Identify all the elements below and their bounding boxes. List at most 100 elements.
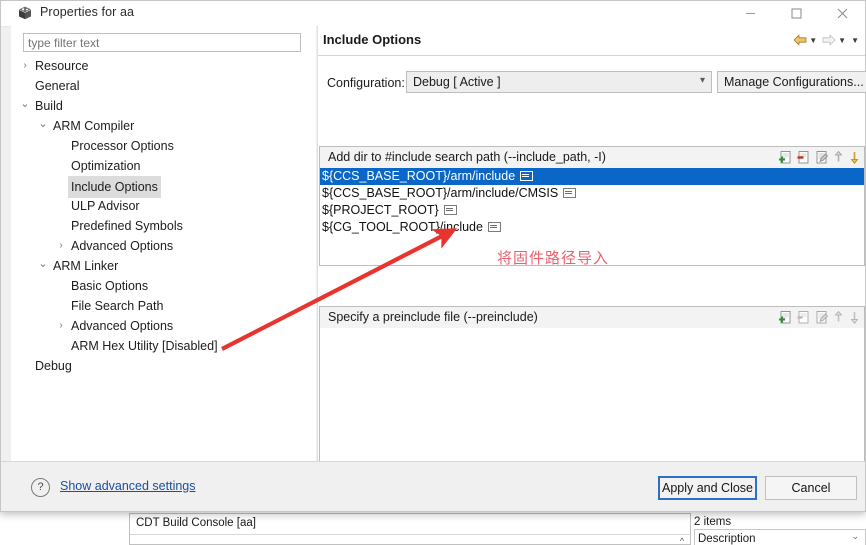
manage-configurations-button[interactable]: Manage Configurations... [717, 71, 866, 93]
preinclude-toolbar[interactable] [775, 309, 861, 326]
tree-item-label: Basic Options [71, 279, 149, 293]
chevron-right-icon[interactable]: › [55, 316, 67, 336]
tree-item-build[interactable]: ⌄ Build [11, 96, 316, 116]
tree-item-label: Processor Options [71, 139, 174, 153]
list-item-label: ${CCS_BASE_ROOT}/arm/include [322, 169, 516, 183]
dialog-titlebar[interactable]: Properties for aa [1, 1, 865, 27]
console-view-body[interactable] [130, 534, 690, 544]
add-icon-preinclude[interactable] [778, 310, 793, 325]
tree-item-arm-compiler[interactable]: ⌄ ARM Compiler [11, 116, 316, 136]
package-icon [17, 5, 33, 21]
tree-item-resource[interactable]: › Resource [11, 56, 316, 76]
move-up-icon[interactable] [832, 150, 845, 165]
include-paths-header: Add dir to #include search path (--inclu… [320, 147, 864, 169]
configuration-label: Configuration: [327, 76, 405, 90]
list-item-label: ${PROJECT_ROOT} [322, 203, 439, 217]
tree-item-predefined-symbols[interactable]: Predefined Symbols [11, 216, 316, 236]
list-item[interactable]: ${CG_TOOL_ROOT}/include [320, 219, 864, 236]
tree-item-advanced-options[interactable]: › Advanced Options [11, 236, 316, 256]
tree-item-label: ULP Advisor [71, 199, 140, 213]
dialog-footer: ? Show advanced settings Apply and Close… [1, 461, 865, 511]
chevron-right-icon[interactable]: › [19, 56, 31, 76]
apply-and-close-button[interactable]: Apply and Close [658, 476, 757, 500]
tree-item-arm-hex-utility-disabled[interactable]: ARM Hex Utility [Disabled] [11, 336, 316, 356]
tree-item-general[interactable]: General [11, 76, 316, 96]
tree-item-label: Debug [35, 359, 72, 373]
delete-icon[interactable] [796, 150, 811, 165]
panel-header: Include Options ▼ ▼ ▼ [318, 26, 865, 56]
move-up-icon-preinclude[interactable] [832, 310, 845, 325]
panel-nav-toolbar[interactable]: ▼ ▼ ▼ [792, 32, 863, 48]
list-item-label: ${CG_TOOL_ROOT}/include [322, 220, 483, 234]
tree-item-label: Advanced Options [71, 239, 174, 253]
list-item[interactable]: ${CCS_BASE_ROOT}/arm/include [320, 168, 864, 185]
include-paths-toolbar[interactable] [775, 149, 861, 166]
chevron-down-icon-forward[interactable]: ▼ [838, 36, 846, 45]
chevron-down-icon-overflow[interactable]: ▼ [851, 36, 859, 45]
variable-badge-icon [487, 221, 501, 232]
preinclude-list[interactable] [320, 328, 864, 465]
preinclude-group: Specify a preinclude file (--preinclude) [319, 306, 865, 466]
preinclude-header-label: Specify a preinclude file (--preinclude) [328, 310, 538, 324]
minimize-button[interactable] [727, 1, 773, 26]
list-item-label: ${CCS_BASE_ROOT}/arm/include/CMSIS [322, 186, 559, 200]
tree-item-label: Predefined Symbols [71, 219, 183, 233]
tree-item-label: Include Options [68, 176, 161, 198]
tree-item-label: File Search Path [71, 299, 164, 313]
chevron-down-icon-config: ▾ [699, 75, 705, 86]
move-down-icon[interactable] [848, 150, 861, 165]
list-item[interactable]: ${PROJECT_ROOT} [320, 202, 864, 219]
items-count-label: 2 items [694, 516, 732, 528]
configuration-select[interactable]: Debug [ Active ] ▾ [406, 71, 712, 93]
configuration-row: Configuration: Debug [ Active ] ▾ Manage… [318, 71, 866, 97]
cdt-build-console-view[interactable]: CDT Build Console [aa] ^ [129, 513, 691, 545]
delete-icon-preinclude[interactable] [796, 310, 811, 325]
search-input[interactable] [23, 33, 301, 52]
properties-dialog: Properties for aa › Resource General ⌄ Build… [0, 0, 866, 512]
tree-item-label: ARM Hex Utility [Disabled] [71, 339, 218, 353]
include-options-pane: Include Options ▼ ▼ ▼ Configuration: Deb… [318, 26, 866, 466]
problems-column-description: Description [698, 533, 756, 545]
console-scroll-up-icon[interactable]: ^ [676, 536, 688, 545]
tree-item-label: General [35, 79, 80, 93]
back-arrow-icon[interactable] [793, 34, 807, 46]
chevron-down-icon[interactable]: ⌄ [37, 116, 49, 132]
maximize-button[interactable] [773, 1, 819, 26]
tree-item-optimization[interactable]: Optimization [11, 156, 316, 176]
add-icon[interactable] [778, 150, 793, 165]
chevron-right-icon[interactable]: › [55, 236, 67, 256]
move-down-icon-preinclude[interactable] [848, 310, 861, 325]
tree-item-include-options[interactable]: Include Options [11, 176, 316, 198]
list-item[interactable]: ${CCS_BASE_ROOT}/arm/include/CMSIS [320, 185, 864, 202]
tree-item-ulp-advisor[interactable]: ULP Advisor [11, 196, 316, 216]
cancel-button[interactable]: Cancel [765, 476, 857, 500]
variable-badge-icon [443, 204, 457, 215]
configuration-selected-value: Debug [ Active ] [413, 75, 501, 89]
tree-item-advanced-options[interactable]: › Advanced Options [11, 316, 316, 336]
show-advanced-settings-link[interactable]: Show advanced settings [60, 479, 196, 493]
tree-item-label: ARM Compiler [53, 119, 135, 133]
variable-badge-icon [520, 170, 534, 181]
edit-icon[interactable] [814, 150, 829, 165]
properties-navigation-pane: › Resource General ⌄ Build ⌄ ARM Compiler Proce… [11, 26, 316, 462]
tree-item-basic-options[interactable]: Basic Options [11, 276, 316, 296]
edit-icon-preinclude[interactable] [814, 310, 829, 325]
tree-item-processor-options[interactable]: Processor Options [11, 136, 316, 156]
tree-item-arm-linker[interactable]: ⌄ ARM Linker [11, 256, 316, 276]
tree-item-file-search-path[interactable]: File Search Path [11, 296, 316, 316]
forward-arrow-icon[interactable] [822, 34, 836, 46]
help-icon[interactable]: ? [31, 478, 50, 497]
tree-item-label: Optimization [71, 159, 141, 173]
chevron-down-icon[interactable]: ▼ [809, 36, 817, 45]
close-button[interactable] [819, 1, 865, 26]
dialog-title: Properties for aa [40, 5, 135, 19]
properties-tree[interactable]: › Resource General ⌄ Build ⌄ ARM Compiler Proce… [11, 56, 316, 462]
chevron-down-icon[interactable]: ⌄ [37, 256, 49, 272]
variable-badge-icon [563, 187, 577, 198]
chevron-down-icon[interactable]: ⌄ [19, 96, 31, 112]
page-title: Include Options [323, 32, 422, 47]
tree-item-debug[interactable]: Debug [11, 356, 316, 376]
console-view-title: CDT Build Console [aa] [136, 517, 256, 529]
tree-item-label: ARM Linker [53, 259, 119, 273]
include-paths-header-label: Add dir to #include search path (--inclu… [328, 150, 606, 164]
